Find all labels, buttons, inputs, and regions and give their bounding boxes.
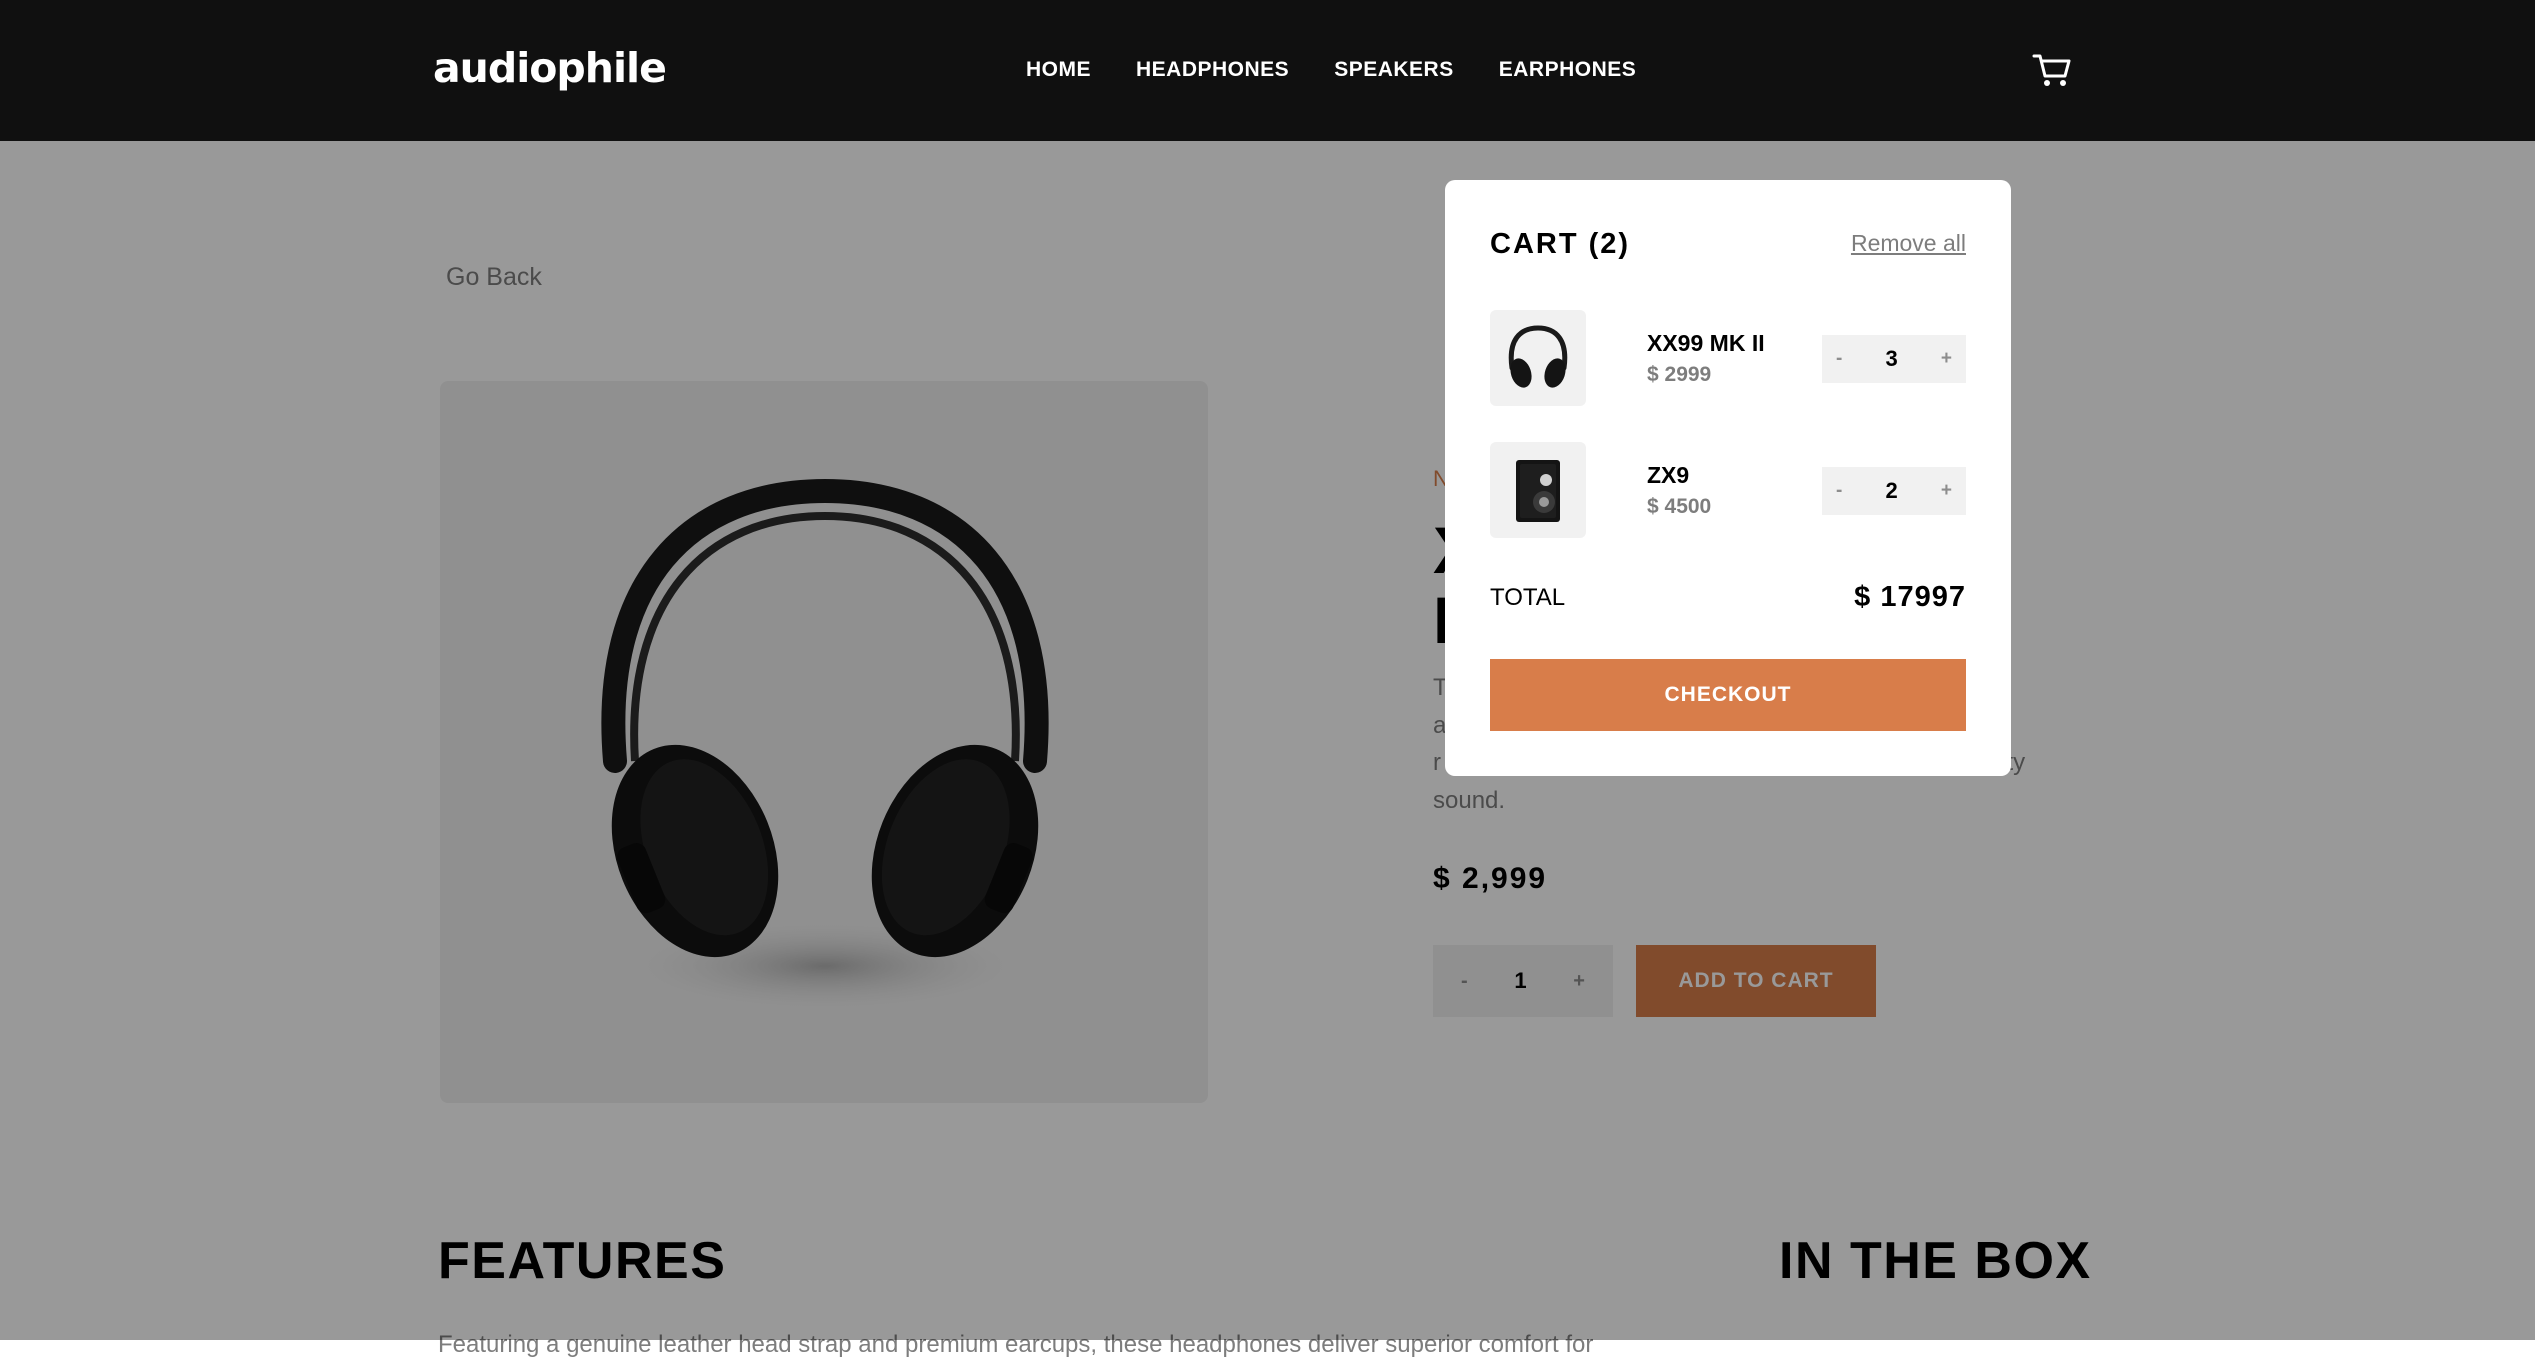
- cart-item-thumbnail: [1490, 442, 1586, 538]
- cart-item-decrease-button[interactable]: -: [1836, 480, 1842, 502]
- cart-item-increase-button[interactable]: +: [1941, 480, 1952, 502]
- cart-title: CART (2): [1490, 228, 1631, 260]
- checkout-button[interactable]: CHECKOUT: [1490, 659, 1966, 731]
- cart-item-decrease-button[interactable]: -: [1836, 348, 1842, 370]
- total-label: TOTAL: [1490, 584, 1566, 611]
- logo[interactable]: audiophile: [433, 44, 667, 92]
- headphones-icon: [1508, 325, 1568, 388]
- total-value: $ 17997: [1854, 581, 1966, 613]
- cart-item-name: XX99 MK II: [1647, 330, 1765, 356]
- cart-item-increase-button[interactable]: +: [1941, 348, 1952, 370]
- nav-home[interactable]: HOME: [1026, 58, 1091, 82]
- cart-modal: CART (2) Remove all XX99 MK II $ 2999 - …: [1445, 180, 2011, 776]
- main-nav: HOME HEADPHONES SPEAKERS EARPHONES: [1026, 58, 1636, 82]
- cart-icon[interactable]: [2032, 52, 2072, 88]
- nav-speakers[interactable]: SPEAKERS: [1334, 58, 1454, 82]
- speaker-icon: [1516, 460, 1560, 522]
- cart-item-price: $ 2999: [1647, 363, 1712, 386]
- nav-headphones[interactable]: HEADPHONES: [1136, 58, 1289, 82]
- remove-all-link[interactable]: Remove all: [1851, 230, 1966, 257]
- cart-item-price: $ 4500: [1647, 495, 1712, 518]
- modal-overlay[interactable]: [0, 141, 2535, 1340]
- cart-item-thumbnail: [1490, 310, 1586, 406]
- nav-earphones[interactable]: EARPHONES: [1499, 58, 1637, 82]
- cart-item-quantity-stepper: - 2 +: [1822, 467, 1966, 515]
- cart-item: ZX9 $ 4500 - 2 +: [1490, 442, 1966, 538]
- site-header: audiophile HOME HEADPHONES SPEAKERS EARP…: [0, 0, 2535, 141]
- cart-item-quantity: 3: [1885, 346, 1898, 371]
- cart-item-quantity: 2: [1885, 478, 1898, 503]
- cart-item-name: ZX9: [1647, 462, 1690, 488]
- cart-item: XX99 MK II $ 2999 - 3 +: [1490, 310, 1966, 406]
- cart-item-quantity-stepper: - 3 +: [1822, 335, 1966, 383]
